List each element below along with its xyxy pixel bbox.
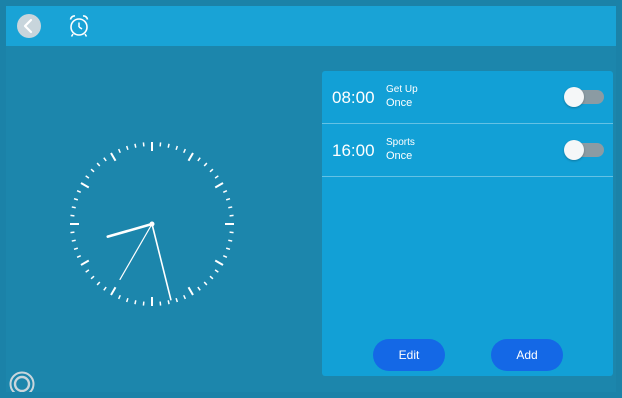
minute-tick (103, 157, 107, 162)
minute-tick (203, 281, 208, 286)
hour-tick (187, 286, 194, 296)
minute-tick (209, 168, 214, 173)
alarm-time: 08:00 (332, 88, 375, 107)
alarm-repeat: Once (386, 150, 413, 162)
minute-tick (228, 239, 233, 242)
add-alarm-button[interactable]: Add (491, 339, 563, 371)
analog-clock (70, 142, 234, 306)
alarm-time: 16:00 (332, 141, 375, 160)
minute-tick (197, 286, 201, 291)
clock-center (149, 221, 155, 227)
minute-tick (225, 247, 231, 251)
chevron-left-icon (23, 18, 33, 34)
minute-tick (117, 148, 121, 154)
minute-tick (225, 197, 231, 201)
hour-tick (110, 286, 117, 296)
hour-tick (110, 152, 117, 162)
alarm-screen: 08:00 Get Up Once 16:00 Sports Once Edit… (6, 6, 616, 392)
minute-tick (222, 255, 228, 259)
minute-tick (134, 143, 137, 148)
hour-tick (214, 182, 224, 189)
home-ring-icon[interactable] (8, 370, 36, 392)
alarm-repeat: Once (386, 97, 413, 109)
hour-tick (80, 182, 90, 189)
edit-button[interactable]: Edit (373, 339, 445, 371)
toggle-knob (564, 140, 584, 160)
alarm-list-panel: 08:00 Get Up Once 16:00 Sports Once Edit… (322, 71, 613, 376)
minute-tick (183, 294, 187, 300)
alarm-label: Sports (386, 137, 415, 148)
minute-tick (209, 275, 214, 280)
minute-tick (214, 175, 219, 179)
minute-tick (71, 239, 76, 242)
minute-tick (90, 168, 95, 173)
minute-tick (175, 145, 179, 151)
alarm-toggle[interactable] (564, 140, 604, 160)
minute-tick (228, 206, 233, 209)
minute-tick (85, 269, 90, 273)
minute-tick (73, 247, 79, 251)
minute-tick (167, 300, 170, 305)
minute-tick (214, 269, 219, 273)
top-bar (6, 6, 616, 46)
hour-tick (80, 259, 90, 266)
minute-tick (76, 189, 82, 193)
minute-tick (183, 148, 187, 154)
toggle-knob (564, 87, 584, 107)
minute-tick (222, 189, 228, 193)
minute-tick (96, 162, 101, 167)
alarm-clock-icon (69, 15, 89, 37)
alarm-item[interactable]: 16:00 Sports Once (322, 124, 613, 176)
minute-tick (134, 300, 137, 305)
minute-tick (117, 294, 121, 300)
minute-tick (85, 175, 90, 179)
hour-tick (187, 152, 194, 162)
minute-tick (76, 255, 82, 259)
minute-tick (90, 275, 95, 280)
minute-hand (151, 223, 172, 301)
minute-tick (73, 197, 79, 201)
hour-tick (214, 259, 224, 266)
alarm-item[interactable]: 08:00 Get Up Once (322, 71, 613, 123)
minute-tick (96, 281, 101, 286)
alarm-label: Get Up (386, 84, 418, 95)
minute-tick (103, 286, 107, 291)
minute-tick (71, 206, 76, 209)
minute-tick (175, 297, 179, 303)
minute-tick (125, 145, 129, 151)
alarm-toggle[interactable] (564, 87, 604, 107)
minute-tick (125, 297, 129, 303)
minute-tick (197, 157, 201, 162)
minute-tick (203, 162, 208, 167)
divider (322, 176, 613, 177)
minute-tick (167, 143, 170, 148)
back-button[interactable] (17, 14, 41, 38)
